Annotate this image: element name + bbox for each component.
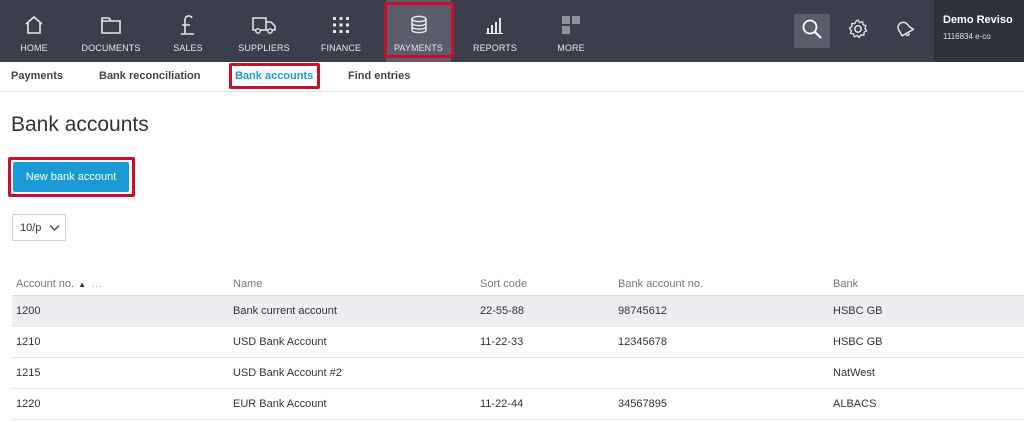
chevron-down-icon	[49, 223, 60, 235]
cell-sort-code: 11-22-33	[480, 336, 524, 348]
subnav-payments[interactable]: Payments	[11, 70, 63, 82]
page-title: Bank accounts	[11, 113, 149, 136]
cell-bank-account-no: 98745612	[618, 305, 667, 317]
column-header-bank[interactable]: Bank	[833, 278, 858, 290]
page-size-select[interactable]: 10/p	[12, 214, 66, 241]
cell-account-no: 1220	[16, 398, 41, 410]
cell-sort-code: 11-22-44	[480, 398, 524, 410]
nav-sales[interactable]: SALES	[170, 0, 206, 62]
bank-accounts-table: Account no. ▲ ... Name Sort code Bank ac…	[12, 274, 1024, 420]
nav-documents[interactable]: DOCUMENTS	[80, 0, 142, 62]
column-label: Account no.	[16, 278, 75, 290]
user-account-menu[interactable]: Demo Reviso 1116834 e-co	[934, 0, 1024, 62]
search-icon	[801, 18, 823, 45]
nav-label: MORE	[557, 43, 585, 53]
cell-bank: ALBACS	[833, 398, 877, 410]
truck-icon	[251, 12, 277, 38]
grid-dots-icon	[331, 12, 351, 38]
nav-label: DOCUMENTS	[81, 43, 141, 53]
table-row[interactable]: 1200 Bank current account 22-55-88 98745…	[12, 296, 1024, 327]
cell-bank-account-no: 12345678	[618, 336, 667, 348]
gear-icon	[847, 18, 869, 45]
nav-suppliers[interactable]: SUPPLIERS	[238, 0, 290, 62]
cell-bank: HSBC GB	[833, 305, 883, 317]
table-row[interactable]: 1210 USD Bank Account 11-22-33 12345678 …	[12, 327, 1024, 358]
new-bank-account-button[interactable]: New bank account	[13, 162, 129, 192]
cell-name: EUR Bank Account	[233, 398, 327, 410]
settings-button[interactable]	[840, 14, 876, 48]
table-row[interactable]: 1220 EUR Bank Account 11-22-44 34567895 …	[12, 389, 1024, 420]
tiles-icon	[560, 12, 582, 38]
column-header-name[interactable]: Name	[233, 278, 262, 290]
cell-name: USD Bank Account	[233, 336, 327, 348]
nav-more[interactable]: MORE	[553, 0, 589, 62]
subnav-bank-accounts[interactable]: Bank accounts	[235, 70, 313, 82]
cell-bank-account-no: 34567895	[618, 398, 667, 410]
top-navigation-bar: HOME DOCUMENTS SALES SUPPLIERS FINANCE P…	[0, 0, 1024, 62]
cell-bank: HSBC GB	[833, 336, 883, 348]
page-size-value: 10/p	[20, 221, 42, 234]
user-name: Demo Reviso	[943, 14, 1013, 26]
cell-bank: NatWest	[833, 367, 875, 379]
nav-payments[interactable]: PAYMENTS	[386, 0, 451, 62]
sort-ascending-icon: ▲	[78, 279, 87, 289]
bar-chart-icon	[485, 12, 505, 38]
cell-account-no: 1200	[16, 305, 41, 317]
user-agreement: 1116834 e-co	[943, 32, 991, 41]
nav-home[interactable]: HOME	[15, 0, 53, 62]
coins-stack-icon	[408, 12, 430, 38]
cell-account-no: 1210	[16, 336, 41, 348]
more-options-icon[interactable]: ...	[92, 279, 103, 289]
cell-account-no: 1215	[16, 367, 41, 379]
search-button[interactable]	[794, 14, 830, 48]
notifications-button[interactable]	[886, 14, 922, 48]
column-header-sort-code[interactable]: Sort code	[480, 278, 527, 290]
subnav-find-entries[interactable]: Find entries	[348, 70, 410, 82]
folder-icon	[100, 12, 122, 38]
home-icon	[23, 12, 45, 38]
nav-label: SUPPLIERS	[238, 43, 290, 53]
column-header-account-no[interactable]: Account no. ▲ ...	[16, 278, 103, 290]
column-header-bank-account-no[interactable]: Bank account no.	[618, 278, 703, 290]
table-row[interactable]: 1215 USD Bank Account #2 NatWest	[12, 358, 1024, 389]
nav-label: PAYMENTS	[394, 43, 443, 53]
sub-navigation: Payments Bank reconciliation Bank accoun…	[0, 62, 1024, 92]
cell-name: USD Bank Account #2	[233, 367, 342, 379]
nav-label: SALES	[173, 43, 203, 53]
table-header: Account no. ▲ ... Name Sort code Bank ac…	[12, 274, 1024, 296]
cell-name: Bank current account	[233, 305, 337, 317]
nav-label: FINANCE	[320, 43, 362, 53]
nav-reports[interactable]: REPORTS	[472, 0, 518, 62]
nav-label: REPORTS	[472, 43, 518, 53]
subnav-bank-reconciliation[interactable]: Bank reconciliation	[99, 70, 200, 82]
cell-sort-code: 22-55-88	[480, 305, 525, 317]
nav-finance[interactable]: FINANCE	[320, 0, 362, 62]
bell-icon	[893, 18, 915, 45]
pound-icon	[179, 12, 197, 38]
nav-label: HOME	[20, 43, 48, 53]
